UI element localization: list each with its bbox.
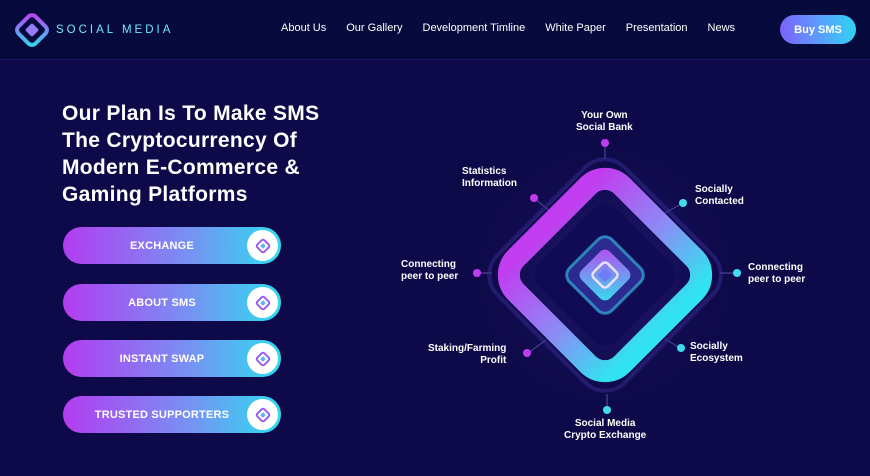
about-sms-button-label: ABOUT SMS [128, 296, 196, 309]
instant-swap-button[interactable]: INSTANT SWAP [63, 340, 281, 377]
navbar: SOCIAL MEDIA About Us Our Gallery Develo… [0, 0, 870, 60]
diamond-icon [247, 343, 278, 374]
label-line: Your Own [581, 110, 628, 121]
exchange-button[interactable]: EXCHANGE [63, 227, 281, 264]
hero-title-line: The Cryptocurrency Of [62, 129, 298, 152]
label-line: Statistics [462, 166, 507, 177]
label-socially-ecosystem: Socially Ecosystem [690, 341, 743, 365]
label-line: Information [462, 178, 517, 189]
label-line: peer to peer [401, 271, 459, 282]
label-line: Staking/Farming [428, 343, 507, 354]
brand-name: SOCIAL MEDIA [56, 24, 174, 36]
label-staking-farming-profit: Staking/Farming Profit [428, 343, 506, 367]
hero-title-line: Gaming Platforms [62, 183, 248, 206]
exchange-button-label: EXCHANGE [130, 239, 194, 252]
label-line: Social Bank [576, 122, 633, 133]
hero-title-line: Our Plan Is To Make SMS [62, 102, 320, 125]
label-line: Contacted [695, 196, 744, 207]
label-line: Connecting [748, 262, 803, 273]
diamond-icon [247, 230, 278, 261]
nav-our-gallery[interactable]: Our Gallery [346, 22, 402, 34]
instant-swap-button-label: INSTANT SWAP [119, 352, 205, 365]
nav-about-us[interactable]: About Us [281, 22, 326, 34]
label-your-own-social-bank: Your Own Social Bank [576, 110, 633, 134]
label-line: Connecting [401, 259, 456, 270]
label-social-media-crypto-exchange: Social Media Crypto Exchange [564, 418, 646, 442]
nav-development-timeline[interactable]: Development Timline [423, 22, 526, 34]
nav-white-paper[interactable]: White Paper [545, 22, 606, 34]
label-line: Crypto Exchange [564, 430, 647, 441]
diamond-logo-icon [15, 13, 49, 47]
nav-presentation[interactable]: Presentation [626, 22, 688, 34]
hero-title: Our Plan Is To Make SMS The Cryptocurren… [62, 100, 392, 208]
label-connecting-peer-right: Connecting peer to peer [748, 262, 805, 286]
label-line: peer to peer [748, 274, 806, 285]
trusted-supporters-button-label: TRUSTED SUPPORTERS [94, 408, 230, 421]
label-line: Socially [695, 184, 733, 195]
label-line: Socially [690, 341, 728, 352]
buy-sms-button[interactable]: Buy SMS [780, 15, 856, 44]
diamond-icon [247, 287, 278, 318]
main-nav: About Us Our Gallery Development Timline… [281, 22, 755, 34]
diamond-icon [247, 399, 278, 430]
features-diagram: Your Own Social Bank Statistics Informat… [380, 95, 870, 455]
nav-news[interactable]: News [708, 22, 736, 34]
label-socially-contacted: Socially Contacted [695, 184, 744, 208]
trusted-supporters-button[interactable]: TRUSTED SUPPORTERS [63, 396, 281, 433]
label-line: Ecosystem [690, 353, 743, 364]
label-statistics-information: Statistics Information [462, 166, 517, 190]
about-sms-button[interactable]: ABOUT SMS [63, 284, 281, 321]
label-connecting-peer-left: Connecting peer to peer [401, 259, 458, 283]
label-line: Profit [480, 355, 507, 366]
hero-title-line: Modern E-Commerce & [62, 156, 300, 179]
label-line: Social Media [574, 418, 636, 429]
brand[interactable]: SOCIAL MEDIA [12, 10, 173, 50]
